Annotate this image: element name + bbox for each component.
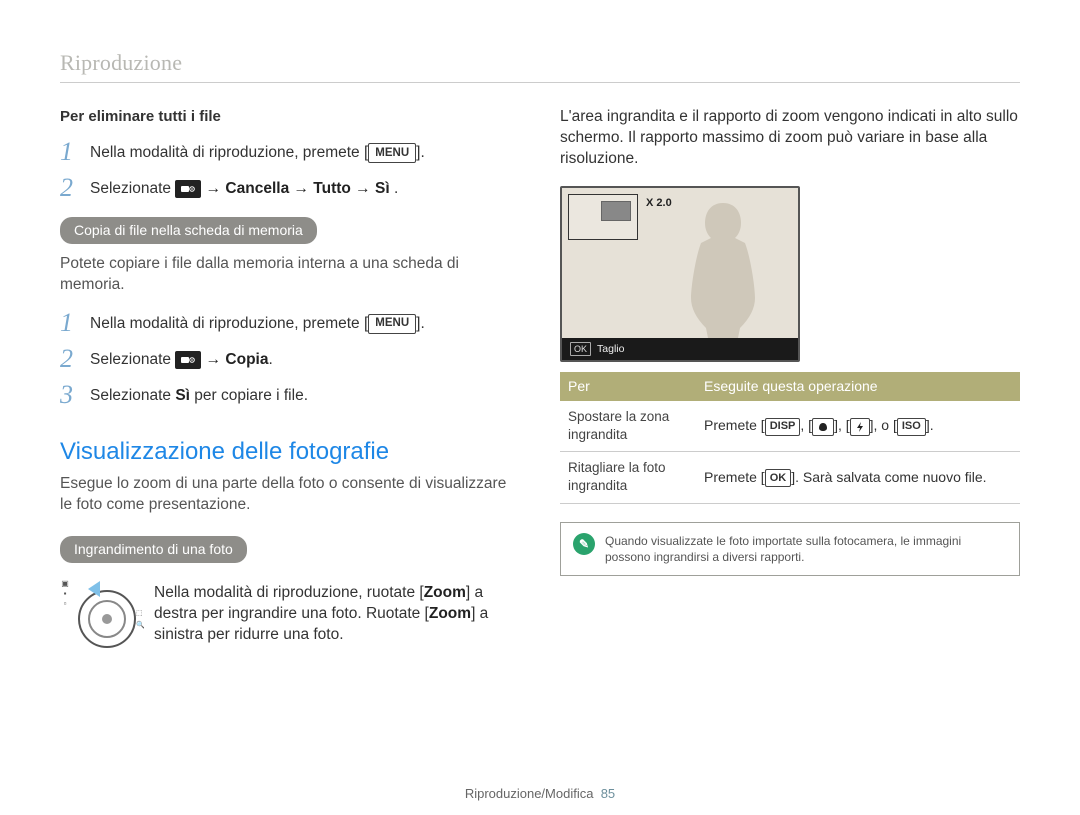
child-silhouette-icon — [678, 198, 768, 338]
step-text-tail: . — [269, 351, 273, 368]
op-label: Spostare la zona ingrandita — [560, 401, 696, 452]
step-row: 2 Selezionate → Cancella → Tutto → Sì . — [60, 175, 520, 201]
zoom-label: Zoom — [424, 584, 466, 601]
zoom-preview-figure: X 2.0 OK Taglio — [560, 186, 800, 362]
step-body: Selezionate Sì per copiare i file. — [90, 382, 520, 407]
action-mid: ], o [ — [870, 417, 897, 433]
step-number: 1 — [60, 310, 90, 336]
left-column: Per eliminare tutti i file 1 Nella modal… — [60, 107, 520, 646]
step-number: 3 — [60, 382, 90, 408]
step-row: 2 Selezionate → Copia. — [60, 346, 520, 372]
step-row: 3 Selezionate Sì per copiare i file. — [60, 382, 520, 408]
step-number: 1 — [60, 139, 90, 165]
copy-section-pill: Copia di file nella scheda di memoria — [60, 217, 317, 244]
zoom-preview-inner: X 2.0 — [562, 188, 798, 338]
action-prefix: Premete [ — [704, 469, 765, 485]
step-body: Nella modalità di riproduzione, premete … — [90, 139, 520, 164]
svg-text:⬚: ⬚ — [136, 610, 143, 617]
zoom-dial-icon: ⬚ 🔍 — [70, 579, 136, 645]
step-text-tail: ]. — [416, 144, 425, 161]
ok-chip: OK — [570, 342, 591, 356]
page-number: 85 — [601, 786, 615, 801]
step-path: → Copia — [206, 351, 269, 368]
zoom-dial-area: ▣▪▫ ⬚ 🔍 — [60, 579, 136, 646]
page-header: Riproduzione — [60, 50, 1020, 76]
table-row: Ritagliare la foto ingrandita Premete [O… — [560, 452, 1020, 503]
step-text: Selezionate — [90, 387, 175, 404]
step-path: → Cancella → Tutto → Sì — [206, 180, 390, 197]
step-body: Selezionate → Cancella → Tutto → Sì . — [90, 175, 520, 200]
table-head-left: Per — [560, 372, 696, 401]
zoom-text-1: Nella modalità di riproduzione, ruotate … — [154, 584, 424, 601]
step-body: Nella modalità di riproduzione, premete … — [90, 310, 520, 335]
step-row: 1 Nella modalità di riproduzione, premet… — [60, 310, 520, 336]
header-rule — [60, 82, 1020, 83]
step-text-tail: ]. — [416, 315, 425, 332]
operations-table: Per Eseguite questa operazione Spostare … — [560, 372, 1020, 504]
right-intro-text: L'area ingrandita e il rapporto di zoom … — [560, 107, 1020, 170]
menu-button-label: MENU — [368, 314, 416, 334]
settings-icon — [175, 351, 201, 369]
note-box: ✎ Quando visualizzate le foto importate … — [560, 522, 1020, 576]
action-prefix: Premete [ — [704, 417, 765, 433]
op-label: Ritagliare la foto ingrandita — [560, 452, 696, 503]
minimap-icon — [568, 194, 638, 240]
menu-button-label: MENU — [368, 143, 416, 163]
footer-section: Riproduzione/Modifica — [465, 786, 594, 801]
settings-icon — [175, 180, 201, 198]
right-column: L'area ingrandita e il rapporto di zoom … — [560, 107, 1020, 646]
step-bold: Sì — [175, 387, 190, 404]
step-text: Nella modalità di riproduzione, premete … — [90, 144, 368, 161]
zoom-instruction-row: ▣▪▫ ⬚ 🔍 N — [60, 579, 520, 646]
step-number: 2 — [60, 175, 90, 201]
enlarge-section-pill: Ingrandimento di una foto — [60, 536, 247, 563]
page: Riproduzione Per eliminare tutti i file … — [0, 0, 1080, 815]
step-body: Selezionate → Copia. — [90, 346, 520, 371]
step-text: Selezionate — [90, 351, 175, 368]
note-text: Quando visualizzate le foto importate su… — [605, 533, 1009, 565]
step-text: Selezionate — [90, 180, 175, 197]
table-head-right: Eseguite questa operazione — [696, 372, 1020, 401]
minimap-viewport — [601, 201, 631, 221]
zoom-ratio-label: X 2.0 — [646, 196, 672, 211]
disp-button-label: DISP — [765, 418, 801, 436]
step-text: Nella modalità di riproduzione, premete … — [90, 315, 368, 332]
table-row: Spostare la zona ingrandita Premete [DIS… — [560, 401, 1020, 452]
svg-text:🔍: 🔍 — [136, 620, 144, 629]
preview-bottom-bar: OK Taglio — [562, 338, 798, 360]
ok-button-label: OK — [765, 469, 792, 487]
page-footer: Riproduzione/Modifica 85 — [0, 786, 1080, 801]
step-text-tail: per copiare i file. — [190, 387, 308, 404]
action-suffix: ]. Sarà salvata come nuovo file. — [791, 469, 986, 485]
zoom-instruction-text: Nella modalità di riproduzione, ruotate … — [154, 579, 520, 646]
zoom-label: Zoom — [429, 605, 471, 622]
copy-body-text: Potete copiare i file dalla memoria inte… — [60, 254, 520, 296]
trim-label: Taglio — [597, 342, 624, 356]
step-text-tail: . — [390, 180, 399, 197]
section-body: Esegue lo zoom di una parte della foto o… — [60, 474, 520, 516]
section-title: Visualizzazione delle fotografie — [60, 436, 520, 468]
macro-icon — [812, 418, 834, 436]
iso-button-label: ISO — [897, 418, 926, 436]
step-number: 2 — [60, 346, 90, 372]
action-suffix: ]. — [926, 417, 934, 433]
note-icon: ✎ — [573, 533, 595, 555]
step-row: 1 Nella modalità di riproduzione, premet… — [60, 139, 520, 165]
flash-icon — [850, 418, 870, 436]
op-action: Premete [OK]. Sarà salvata come nuovo fi… — [696, 452, 1020, 503]
zoom-dial-indicators: ▣▪▫ — [60, 579, 70, 609]
op-action: Premete [DISP, [ ], [ ], o [ISO]. — [696, 401, 1020, 452]
two-column-layout: Per eliminare tutti i file 1 Nella modal… — [60, 107, 1020, 646]
delete-all-heading: Per eliminare tutti i file — [60, 107, 520, 127]
